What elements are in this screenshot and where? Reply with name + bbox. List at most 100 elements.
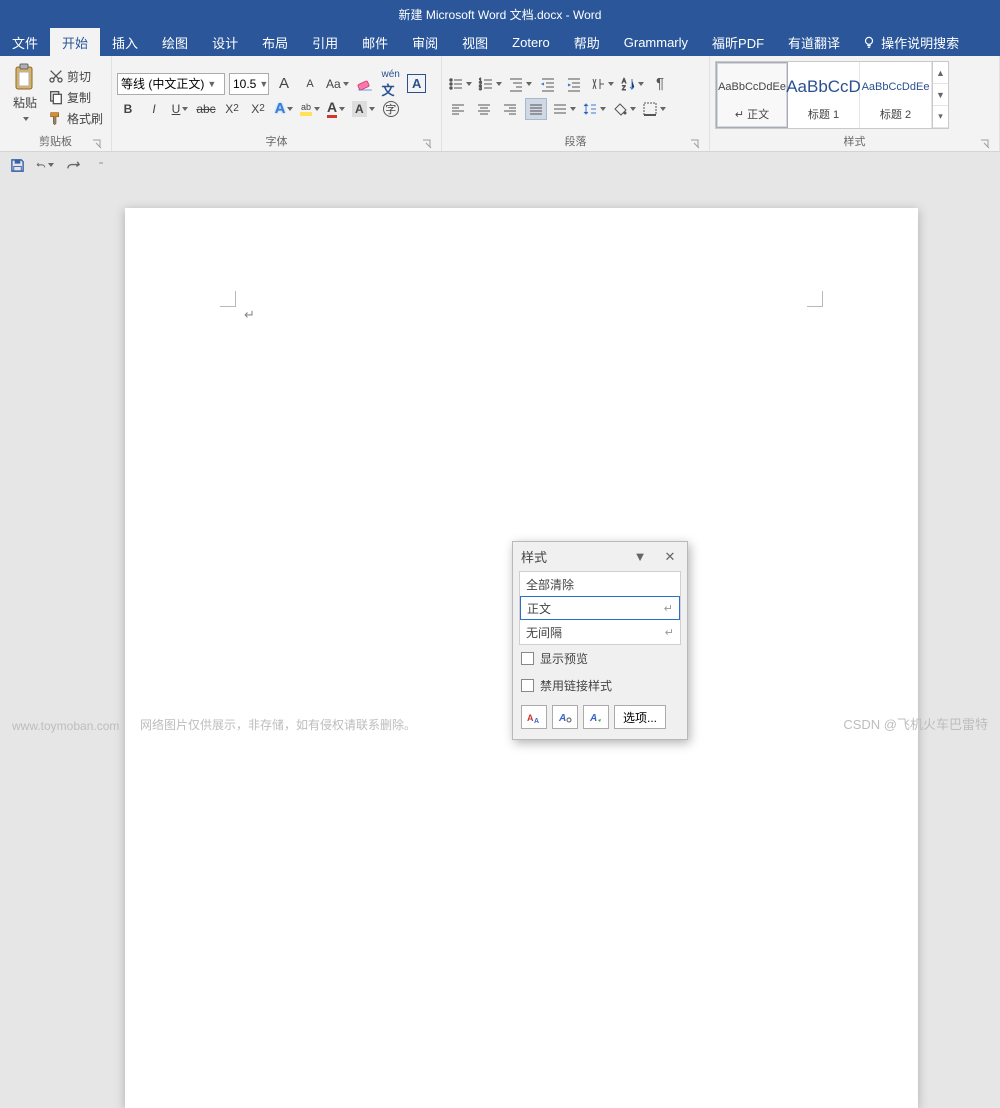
style-inspector-button[interactable]: A xyxy=(552,705,578,729)
subscript-button[interactable]: X2 xyxy=(221,98,243,120)
gallery-down-icon[interactable]: ▼ xyxy=(933,84,948,106)
clipboard-group-label: 剪贴板 xyxy=(5,133,106,151)
tab-help[interactable]: 帮助 xyxy=(562,28,612,56)
align-left-icon xyxy=(450,101,466,117)
line-spacing-button[interactable] xyxy=(581,98,607,120)
tab-file[interactable]: 文件 xyxy=(0,28,50,56)
copy-button[interactable]: 复制 xyxy=(45,87,106,107)
char-border-button[interactable]: A xyxy=(406,73,428,95)
tab-home[interactable]: 开始 xyxy=(50,28,100,56)
text-effects-button[interactable]: A xyxy=(273,98,295,120)
style-name: 标题 1 xyxy=(808,105,839,122)
font-name-select[interactable]: 等线 (中文正文)▼ xyxy=(117,73,225,95)
highlight-button[interactable]: ab xyxy=(299,98,321,120)
normal-style-item[interactable]: 正文↵ xyxy=(520,596,680,620)
clipboard-launcher-icon[interactable] xyxy=(91,138,103,150)
asian-layout-button[interactable] xyxy=(589,73,615,95)
para-launcher-icon[interactable] xyxy=(689,138,701,150)
styles-gallery[interactable]: AaBbCcDdEe ↵ 正文 AaBbCcD 标题 1 AaBbCcDdEe … xyxy=(715,61,949,129)
tab-review[interactable]: 审阅 xyxy=(400,28,450,56)
tab-references[interactable]: 引用 xyxy=(300,28,350,56)
close-icon[interactable]: ✕ xyxy=(661,548,679,566)
tab-youdao[interactable]: 有道翻译 xyxy=(776,28,852,56)
tab-view[interactable]: 视图 xyxy=(450,28,500,56)
underline-button[interactable]: U xyxy=(169,98,191,120)
show-marks-button[interactable]: ¶ xyxy=(649,73,671,95)
watermark-right: CSDN @飞机火车巴雷特 xyxy=(843,714,988,733)
font-launcher-icon[interactable] xyxy=(421,138,433,150)
indent-decrease-button[interactable] xyxy=(537,73,559,95)
bucket-icon xyxy=(612,101,628,117)
tab-insert[interactable]: 插入 xyxy=(100,28,150,56)
tab-zotero[interactable]: Zotero xyxy=(500,28,562,56)
options-button[interactable]: 选项... xyxy=(614,705,666,729)
para-group-label: 段落 xyxy=(447,133,704,151)
sort-button[interactable]: AZ xyxy=(619,73,645,95)
pane-footer: AA A A 选项... xyxy=(513,699,687,739)
margin-corner-tr xyxy=(807,291,823,307)
tab-mailings[interactable]: 邮件 xyxy=(350,28,400,56)
format-painter-button[interactable]: 格式刷 xyxy=(45,108,106,128)
bold-button[interactable]: B xyxy=(117,98,139,120)
checkbox-icon[interactable] xyxy=(521,652,534,665)
cut-button[interactable]: 剪切 xyxy=(45,66,106,86)
justify-icon xyxy=(528,101,544,117)
tell-me-search[interactable]: 操作说明搜索 xyxy=(852,28,969,56)
undo-button[interactable] xyxy=(36,156,54,174)
new-style-button[interactable]: AA xyxy=(521,705,547,729)
pane-dropdown-icon[interactable]: ▼ xyxy=(631,548,649,566)
tab-grammarly[interactable]: Grammarly xyxy=(612,28,700,56)
show-preview-checkbox[interactable]: 显示预览 xyxy=(513,645,687,672)
align-center-button[interactable] xyxy=(473,98,495,120)
tab-draw[interactable]: 绘图 xyxy=(150,28,200,56)
clear-format-button[interactable] xyxy=(354,73,376,95)
gallery-up-icon[interactable]: ▲ xyxy=(933,62,948,84)
change-case-button[interactable]: Aa xyxy=(325,73,350,95)
superscript-button[interactable]: X2 xyxy=(247,98,269,120)
multilevel-button[interactable] xyxy=(507,73,533,95)
borders-button[interactable] xyxy=(641,98,667,120)
new-style-icon: AA xyxy=(526,709,542,725)
distribute-button[interactable] xyxy=(551,98,577,120)
tab-layout[interactable]: 布局 xyxy=(250,28,300,56)
indent-icon xyxy=(566,76,582,92)
bullets-button[interactable] xyxy=(447,73,473,95)
justify-button[interactable] xyxy=(525,98,547,120)
qat-customize-button[interactable]: ⁼ xyxy=(92,156,110,174)
tab-design[interactable]: 设计 xyxy=(200,28,250,56)
outdent-icon xyxy=(540,76,556,92)
indent-increase-button[interactable] xyxy=(563,73,585,95)
svg-text:A: A xyxy=(622,79,626,85)
pane-header[interactable]: 样式 ▼ ✕ xyxy=(513,542,687,571)
align-right-button[interactable] xyxy=(499,98,521,120)
font-color-button[interactable]: A xyxy=(325,98,347,120)
paste-button[interactable]: 粘贴 xyxy=(5,59,45,133)
italic-button[interactable]: I xyxy=(143,98,165,120)
font-size-select[interactable]: 10.5▼ xyxy=(229,73,269,95)
style-heading1[interactable]: AaBbCcD 标题 1 xyxy=(788,62,860,128)
char-shading-button[interactable]: A xyxy=(351,98,376,120)
enclose-char-button[interactable]: 字 xyxy=(380,98,402,120)
styles-launcher-icon[interactable] xyxy=(979,138,991,150)
strike-button[interactable]: abc xyxy=(195,98,217,120)
numbering-button[interactable]: 123 xyxy=(477,73,503,95)
save-button[interactable] xyxy=(8,156,26,174)
tab-foxit[interactable]: 福昕PDF xyxy=(700,28,776,56)
shading-button[interactable] xyxy=(611,98,637,120)
manage-styles-button[interactable]: A xyxy=(583,705,609,729)
shrink-font-button[interactable]: A xyxy=(299,73,321,95)
paste-icon xyxy=(9,62,41,94)
style-heading2[interactable]: AaBbCcDdEe 标题 2 xyxy=(860,62,932,128)
nospacing-style-item[interactable]: 无间隔↵ xyxy=(520,620,680,644)
grow-font-button[interactable]: A xyxy=(273,73,295,95)
checkbox-icon[interactable] xyxy=(521,679,534,692)
clear-all-item[interactable]: 全部清除 xyxy=(520,572,680,596)
align-left-button[interactable] xyxy=(447,98,469,120)
style-normal[interactable]: AaBbCcDdEe ↵ 正文 xyxy=(716,62,788,128)
disable-linked-checkbox[interactable]: 禁用链接样式 xyxy=(513,672,687,699)
document-area: ↵ 样式 ▼ ✕ 全部清除 正文↵ 无间隔↵ 显示预览 禁用链接样式 AA A … xyxy=(0,178,1000,743)
phonetic-guide-button[interactable]: wén文 xyxy=(380,73,402,95)
gallery-more-icon[interactable]: ▾ xyxy=(933,106,948,128)
redo-button[interactable] xyxy=(64,156,82,174)
style-name: ↵ 正文 xyxy=(735,105,769,122)
